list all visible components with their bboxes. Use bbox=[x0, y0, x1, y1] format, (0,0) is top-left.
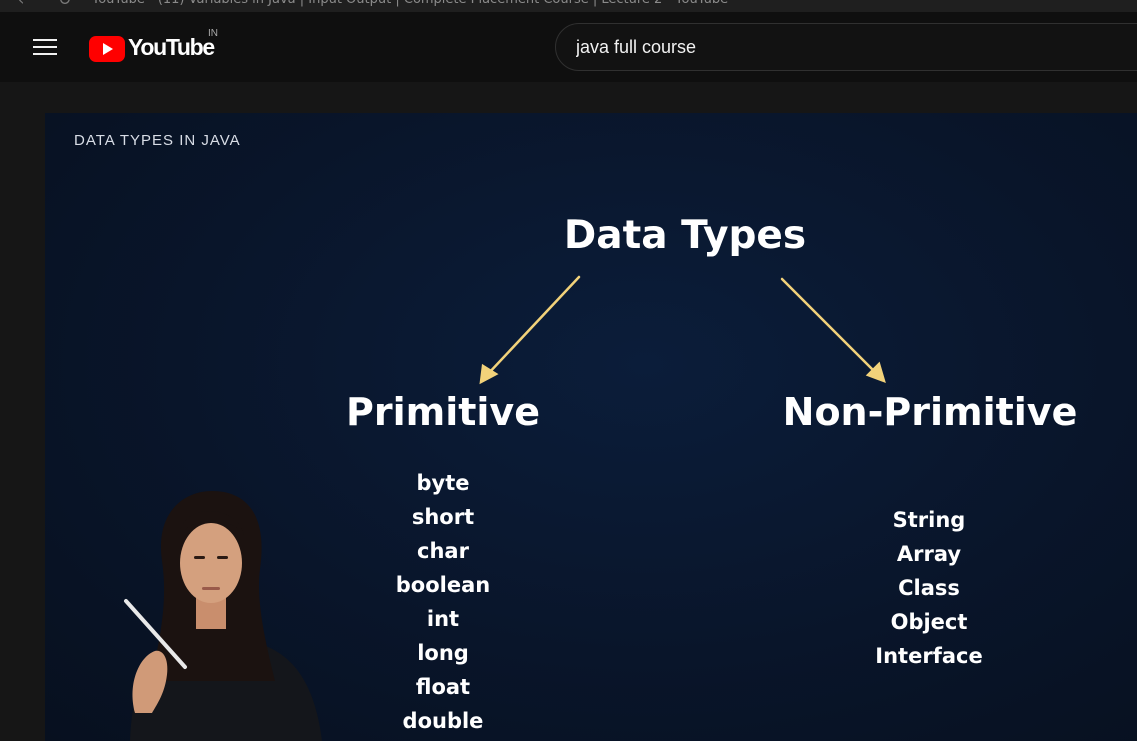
non-primitive-heading: Non-Primitive bbox=[782, 390, 1078, 434]
search-box[interactable] bbox=[555, 23, 1137, 71]
video-player[interactable]: DATA TYPES IN JAVA Data Types Primitive … bbox=[45, 113, 1137, 741]
search-input[interactable] bbox=[576, 35, 1136, 59]
presenter-figure bbox=[124, 491, 322, 741]
list-item: long bbox=[417, 641, 469, 665]
back-arrow-icon[interactable]: ‹ bbox=[18, 0, 24, 8]
list-item: char bbox=[417, 539, 469, 563]
arrow-to-primitive bbox=[485, 275, 581, 377]
tab-title: YouTube - (11) Variables in Java | Input… bbox=[92, 0, 728, 8]
logo-region: IN bbox=[208, 28, 218, 39]
non-primitive-types-list: String Array Class Object Interface bbox=[849, 503, 1009, 673]
list-item: Object bbox=[890, 610, 968, 634]
list-item: byte bbox=[416, 471, 470, 495]
masthead: YouTube IN bbox=[0, 12, 1137, 82]
list-item: short bbox=[411, 505, 475, 529]
list-item: float bbox=[415, 675, 471, 699]
reload-icon[interactable]: ↻ bbox=[58, 0, 71, 8]
list-item: int bbox=[426, 607, 460, 631]
logo-text: YouTube bbox=[128, 34, 215, 60]
list-item: Class bbox=[898, 576, 960, 600]
arrow-to-non-primitive bbox=[780, 277, 879, 376]
list-item: Interface bbox=[875, 644, 983, 668]
primitive-types-list: byte short char boolean int long float d… bbox=[363, 466, 523, 738]
primitive-heading: Primitive bbox=[346, 390, 540, 434]
list-item: double bbox=[402, 709, 484, 733]
youtube-logo-icon bbox=[89, 36, 125, 62]
list-item: boolean bbox=[395, 573, 491, 597]
menu-icon[interactable] bbox=[33, 39, 57, 57]
list-item: String bbox=[892, 508, 966, 532]
browser-titlebar: ‹ ↻ YouTube - (11) Variables in Java | I… bbox=[0, 0, 1137, 12]
list-item: Array bbox=[896, 542, 962, 566]
